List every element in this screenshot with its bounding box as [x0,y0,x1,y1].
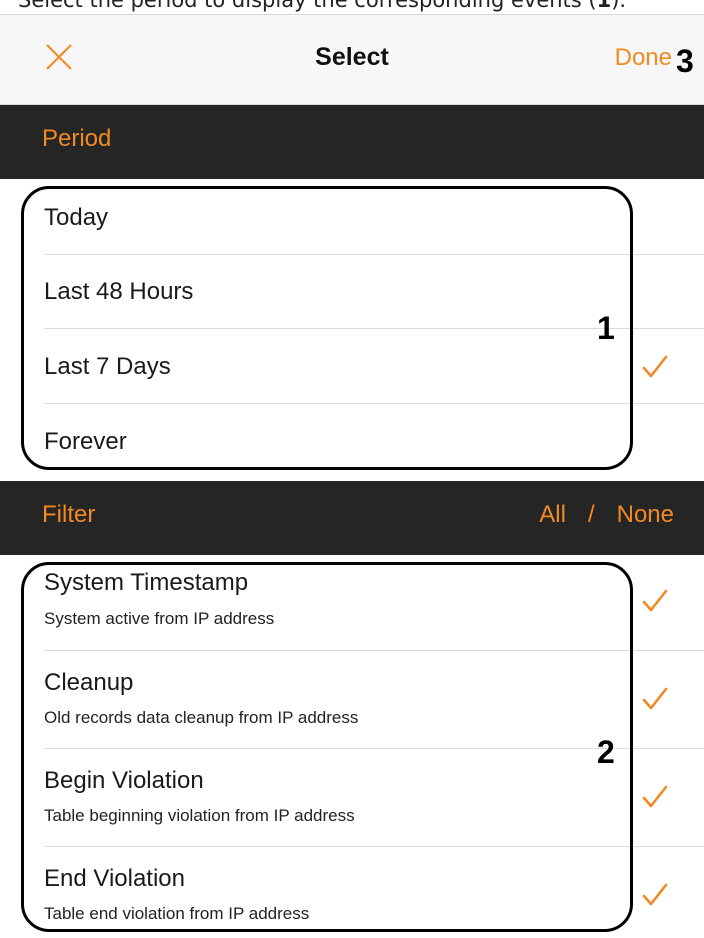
instruction-caption: Select the period to display the corresp… [18,0,626,12]
filter-item-description: Table end violation from IP address [44,904,310,923]
caption-number: 1 [596,0,612,12]
filter-item-description: Old records data cleanup from IP address [44,708,359,727]
done-button[interactable]: Done [615,44,672,72]
navigation-bar: Select Done [0,14,704,105]
callout-2: 2 [597,734,615,770]
screen: Select the period to display the corresp… [0,0,704,938]
caption-text: Select the period to display the corresp… [18,0,597,12]
separator: / [587,501,595,528]
select-all-button[interactable]: All [539,501,566,528]
filter-item-title: End Violation [44,865,185,892]
filter-item-description: Table beginning violation from IP addres… [44,806,355,825]
checkmark-icon [642,687,668,710]
callout-1: 1 [597,310,615,346]
period-option-forever[interactable]: Forever [0,404,704,478]
period-option-label: Today [44,204,109,231]
filter-item-title: Begin Violation [44,767,204,794]
filter-header-label: Filter [42,501,96,528]
period-option-today[interactable]: Today [0,180,704,254]
checkmark-icon [642,883,668,906]
checkmark-icon [642,589,668,612]
filter-item-end-violation[interactable]: End Violation Table end violation from I… [0,847,704,938]
caption-end: ). [611,0,627,12]
filter-item-title: Cleanup [44,669,134,696]
period-option-label: Last 48 Hours [44,278,194,305]
filter-item-description: System active from IP address [44,609,275,628]
filter-item-title: System Timestamp [44,569,249,596]
checkmark-icon [642,785,668,808]
filter-item-system-timestamp[interactable]: System Timestamp System active from IP a… [0,555,704,650]
callout-3: 3 [676,43,694,79]
period-option-label: Forever [44,428,127,455]
select-none-button[interactable]: None [617,501,674,528]
filter-section-header: Filter All / None [0,481,704,555]
page-title: Select [315,43,389,71]
period-section-header: Period [0,105,704,179]
period-option-label: Last 7 Days [44,353,171,380]
checkmark-icon [642,355,668,378]
filter-actions: All / None [539,501,674,529]
period-header-label: Period [42,125,112,152]
